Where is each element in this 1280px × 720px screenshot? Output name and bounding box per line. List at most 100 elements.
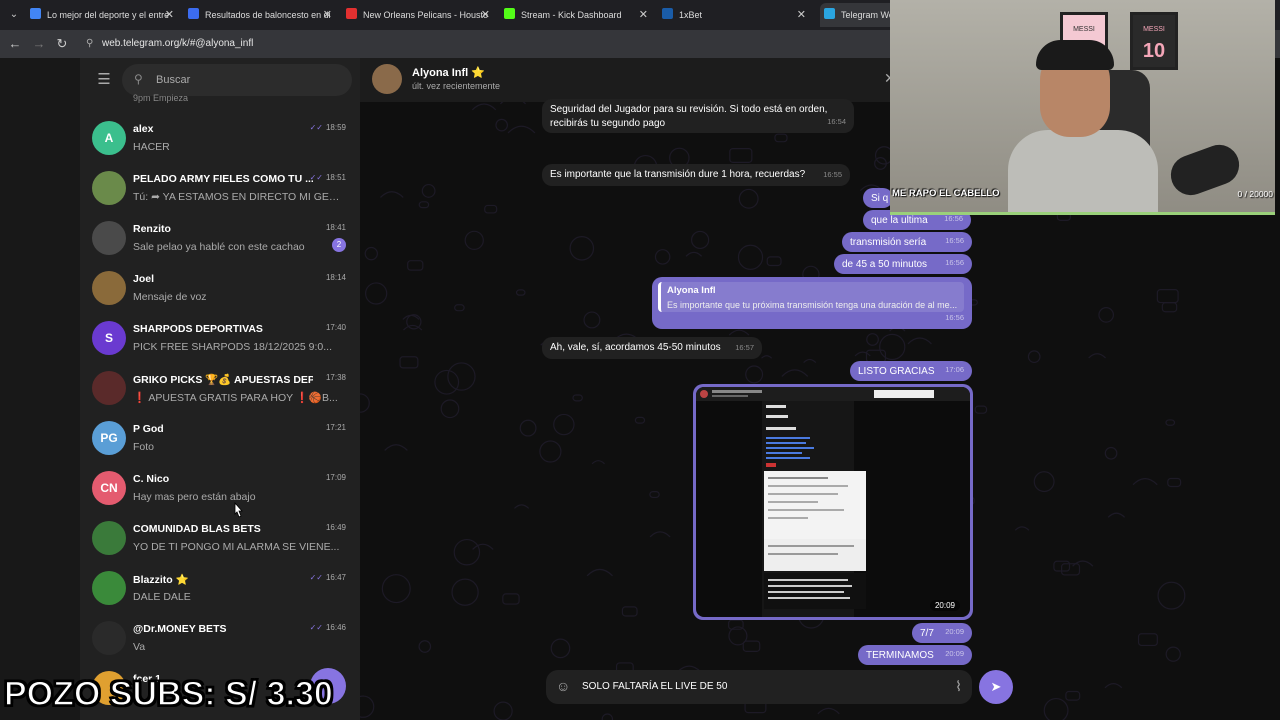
site-favicon-icon (504, 8, 515, 19)
message-time: 17:06 (945, 365, 964, 374)
chat-time-text: 18:59 (325, 123, 346, 132)
avatar (92, 621, 126, 655)
close-tab-icon[interactable]: ✕ (481, 3, 490, 27)
jersey-name-right: MESSI (1143, 26, 1165, 33)
chat-list-item[interactable]: S SHARPODS DEPORTIVAS PICK FREE SHARPODS 1… (80, 313, 360, 363)
message-outgoing[interactable]: TERMINAMOS 20:09 (858, 645, 972, 665)
url-field[interactable]: ⚲ web.telegram.org/k/#@alyona_infl (86, 34, 886, 54)
reload-icon[interactable]: ↻ (53, 35, 71, 53)
browser-tab-3[interactable]: New Orleans Pelicans - Housto ✕ (346, 3, 496, 27)
tab-title: 1xBet (679, 10, 703, 20)
message-outgoing[interactable]: transmisión sería 16:56 (842, 232, 972, 252)
chat-time-text: 18:51 (325, 173, 346, 182)
chat-name: Joel (133, 273, 155, 285)
back-icon[interactable]: ← (6, 35, 24, 53)
avatar: CN (92, 471, 126, 505)
chat-list-item[interactable]: CN C. Nico Hay mas pero están abajo 17:09 (80, 463, 360, 513)
message-outgoing-reply[interactable]: Alyona Infl Es importante que tu próxima… (652, 277, 972, 329)
emoji-icon[interactable]: ☺ (556, 678, 570, 694)
photo-message[interactable]: 20:09 (693, 384, 973, 620)
message-time: 20:09 (945, 649, 964, 658)
tab-title: Stream - Kick Dashboard (521, 10, 622, 20)
chat-time: 17:38 (326, 373, 346, 382)
chat-name: Renzito (133, 223, 171, 235)
quote-author: Alyona Infl (667, 285, 716, 296)
message-input[interactable]: ☺ SOLO FALTARÍA EL LIVE DE 50 ⌇ (546, 670, 972, 704)
send-button[interactable]: ➤ (979, 670, 1013, 704)
tab-search-icon[interactable]: ⌄ (4, 5, 24, 25)
avatar: A (92, 121, 126, 155)
message-text: Ah, vale, sí, acordamos 45-50 minutos (550, 342, 721, 353)
close-tab-icon[interactable]: ✕ (165, 3, 174, 27)
chat-list-item[interactable]: GRIKO PICKS 🏆💰 APUESTAS DEPO... ❗ APUESTA… (80, 363, 360, 413)
tab-title: Lo mejor del deporte y el entre (47, 10, 170, 20)
message-time: 16:56 (945, 313, 964, 322)
chat-name: SHARPODS DEPORTIVAS (133, 323, 263, 335)
chat-list-item[interactable]: Aalex HACER ✓✓ 18:59 (80, 113, 360, 163)
message-incoming[interactable]: Ah, vale, sí, acordamos 45-50 minutos 16… (542, 337, 762, 359)
site-favicon-icon (188, 8, 199, 19)
chat-time-text: 17:09 (325, 473, 346, 482)
chat-preview: Va (133, 641, 146, 653)
webcam-caption: ME RAPO EL CABELLO (892, 188, 1000, 199)
chat-time-text: 16:49 (325, 523, 346, 532)
chat-name: Blazzito ⭐ (133, 574, 189, 586)
close-tab-icon[interactable]: ✕ (639, 3, 648, 27)
read-check-icon: ✓✓ (309, 173, 323, 182)
chat-list-item[interactable]: @Dr.MONEY BETS Va ✓✓ 16:46 (80, 613, 360, 663)
browser-tab-2[interactable]: Resultados de baloncesto en di ✕ (188, 3, 338, 27)
forward-icon[interactable]: → (30, 35, 48, 53)
sidebar-header: ☰ ⚲ Buscar (80, 58, 360, 102)
avatar[interactable] (372, 64, 402, 94)
message-outgoing[interactable]: de 45 a 50 minutos 16:56 (834, 254, 972, 274)
chat-list-item[interactable]: PELADO ARMY FIELES COMO TU ... Tú: ➦ YA E… (80, 163, 360, 213)
chat-preview: Mensaje de voz (133, 291, 207, 303)
attach-icon[interactable]: ⌇ (955, 678, 962, 695)
mouse-cursor-icon (234, 502, 243, 518)
chat-name: @Dr.MONEY BETS (133, 623, 227, 635)
site-info-icon[interactable]: ⚲ (86, 34, 96, 54)
search-input[interactable]: ⚲ Buscar (122, 64, 352, 96)
chat-time: ✓✓ 16:46 (310, 623, 346, 632)
goal-counter: 0 / 20000 (1237, 189, 1273, 199)
message-outgoing[interactable]: 7/7 20:09 (912, 623, 972, 643)
chat-time: ✓✓ 16:47 (310, 573, 346, 582)
photo-image[interactable]: 20:09 (696, 387, 970, 617)
message-incoming[interactable]: Es importante que la transmisión dure 1 … (542, 164, 850, 186)
message-text: Si q (871, 193, 889, 204)
chat-name: PELADO ARMY FIELES COMO TU ... (133, 173, 313, 185)
browser-tab-5[interactable]: 1xBet ✕ (662, 3, 812, 27)
menu-icon[interactable]: ☰ (94, 70, 114, 90)
browser-tab-4[interactable]: Stream - Kick Dashboard ✕ (504, 3, 654, 27)
chat-list-item[interactable]: PG P God Foto 17:21 (80, 413, 360, 463)
close-tab-icon[interactable]: ✕ (797, 3, 806, 27)
message-text: Seguridad del Jugador para su revisión. … (550, 104, 828, 129)
message-incoming[interactable]: Seguridad del Jugador para su revisión. … (542, 99, 854, 133)
chat-preview-partial: 9pm Empieza (133, 94, 189, 103)
message-time: 16:55 (823, 170, 842, 179)
chat-time-text: 18:41 (325, 223, 346, 232)
jersey-name-left: MESSI (1073, 26, 1095, 33)
chat-list-item[interactable]: COMUNIDAD BLAS BETS YO DE TI PONGO MI ALA… (80, 513, 360, 563)
framed-jersey-right: MESSI 10 (1130, 12, 1178, 70)
chat-time-text: 17:38 (325, 373, 346, 382)
screenshot-thumbnail (696, 387, 970, 617)
close-tab-icon[interactable]: ✕ (323, 3, 332, 27)
message-outgoing[interactable]: Si q (863, 188, 893, 208)
site-favicon-icon (662, 8, 673, 19)
message-time: 20:09 (945, 627, 964, 636)
chat-list-item[interactable]: Blazzito ⭐ DALE DALE ✓✓ 16:47 (80, 563, 360, 613)
message-time: 16:56 (945, 236, 964, 245)
browser-tab-1[interactable]: Lo mejor del deporte y el entre ✕ (30, 3, 180, 27)
reply-quote[interactable]: Alyona Infl Es importante que tu próxima… (658, 282, 964, 312)
chat-time-text: 17:40 (325, 323, 346, 332)
chat-time: 18:41 (326, 223, 346, 232)
chat-preview: ❗ APUESTA GRATIS PARA HOY ❗🏀B... (133, 392, 338, 404)
streamer-hair (1036, 40, 1114, 70)
site-favicon-icon (30, 8, 41, 19)
left-margin (0, 58, 80, 720)
search-placeholder: Buscar (156, 74, 191, 86)
message-outgoing[interactable]: LISTO GRACIAS 17:06 (850, 361, 972, 381)
chat-list-item[interactable]: Renzito Sale pelao ya hablé con este cach… (80, 213, 360, 263)
chat-list-item[interactable]: Joel Mensaje de voz 18:14 (80, 263, 360, 313)
